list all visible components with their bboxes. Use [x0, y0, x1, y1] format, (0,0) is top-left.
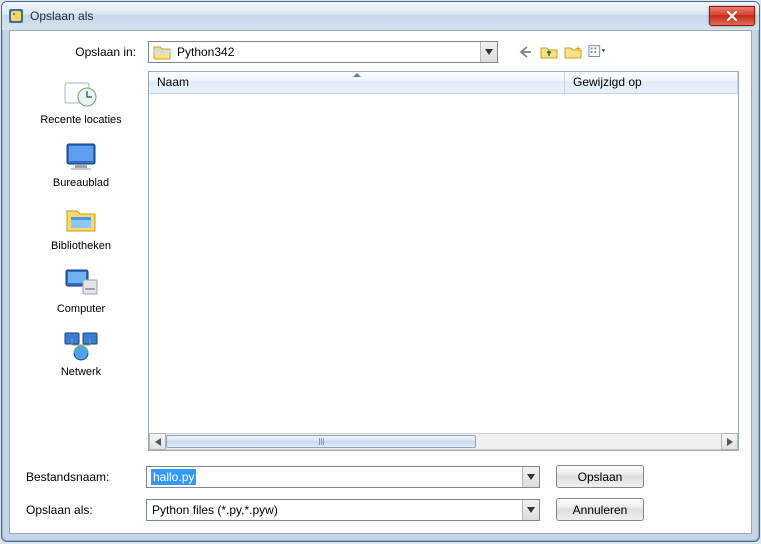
window-title: Opslaan als [30, 9, 709, 23]
location-dropdown-button[interactable] [480, 42, 497, 62]
titlebar[interactable]: Opslaan als [2, 2, 759, 30]
cancel-button-label: Annuleren [573, 503, 628, 517]
filetype-row: Opslaan als: Python files (*.py,*.pyw) A… [22, 498, 739, 521]
chevron-down-icon [527, 507, 535, 513]
filename-value: hallo.py [151, 469, 196, 485]
file-listing: Naam Gewijzigd op [148, 71, 739, 451]
place-desktop[interactable]: Bureaublad [22, 140, 140, 189]
libraries-icon [61, 203, 101, 237]
filetype-combo[interactable]: Python files (*.py,*.pyw) [146, 499, 540, 521]
chevron-down-icon [485, 49, 493, 55]
save-button-label: Opslaan [578, 470, 623, 484]
listing-header: Naam Gewijzigd op [149, 72, 738, 94]
back-button[interactable] [516, 43, 534, 61]
filetype-value: Python files (*.py,*.pyw) [152, 503, 278, 517]
nav-toolbar [516, 43, 606, 61]
view-menu-button[interactable] [588, 43, 606, 61]
filename-label: Bestandsnaam: [22, 470, 140, 484]
place-recent[interactable]: Recente locaties [22, 77, 140, 126]
place-label: Bibliotheken [51, 240, 111, 252]
place-computer[interactable]: Computer [22, 266, 140, 315]
location-value: Python342 [175, 45, 480, 59]
column-header-modified[interactable]: Gewijzigd op [565, 72, 738, 93]
location-label: Opslaan in: [22, 45, 140, 59]
scroll-right-button[interactable] [721, 433, 738, 450]
filetype-display: Python files (*.py,*.pyw) [147, 500, 522, 520]
place-label: Netwerk [61, 366, 101, 378]
filename-combo[interactable]: hallo.py [146, 466, 540, 488]
bottom-form: Bestandsnaam: hallo.py Opslaan [22, 451, 739, 521]
recent-locations-icon [61, 77, 101, 111]
save-as-dialog: Opslaan als Opslaan in: Python342 [1, 1, 760, 542]
new-folder-button[interactable] [564, 43, 582, 61]
desktop-icon [61, 140, 101, 174]
place-libraries[interactable]: Bibliotheken [22, 203, 140, 252]
filename-input[interactable]: hallo.py [147, 467, 522, 487]
client-area: Opslaan in: Python342 [9, 30, 752, 534]
filename-dropdown-button[interactable] [522, 467, 539, 487]
filetype-dropdown-button[interactable] [522, 500, 539, 520]
column-modified-label: Gewijzigd op [573, 75, 642, 89]
network-icon [61, 329, 101, 363]
location-row: Opslaan in: Python342 [22, 41, 739, 71]
place-label: Computer [57, 303, 105, 315]
cancel-button[interactable]: Annuleren [556, 498, 644, 521]
chevron-left-icon [155, 438, 161, 446]
body-row: Recente locaties Bureaublad [22, 71, 739, 451]
place-label: Bureaublad [53, 177, 109, 189]
scroll-track[interactable] [166, 433, 721, 450]
up-one-level-button[interactable] [540, 43, 558, 61]
app-icon [8, 8, 24, 24]
view-menu-icon [588, 44, 606, 60]
save-button[interactable]: Opslaan [556, 465, 644, 488]
computer-icon [61, 266, 101, 300]
close-icon [726, 11, 738, 21]
places-bar: Recente locaties Bureaublad [22, 71, 140, 451]
listing-body[interactable] [149, 94, 738, 433]
scroll-left-button[interactable] [149, 433, 166, 450]
place-label: Recente locaties [40, 114, 121, 126]
horizontal-scrollbar[interactable] [149, 433, 738, 450]
filename-row: Bestandsnaam: hallo.py Opslaan [22, 465, 739, 488]
chevron-right-icon [727, 438, 733, 446]
folder-up-icon [540, 44, 558, 60]
chevron-down-icon [527, 474, 535, 480]
scroll-thumb[interactable] [166, 435, 476, 448]
filetype-label: Opslaan als: [22, 503, 140, 517]
back-arrow-icon [517, 45, 533, 59]
close-button[interactable] [709, 6, 755, 26]
column-header-name[interactable]: Naam [149, 72, 565, 93]
place-network[interactable]: Netwerk [22, 329, 140, 378]
column-name-label: Naam [157, 75, 189, 89]
folder-icon [149, 44, 175, 60]
location-combo[interactable]: Python342 [148, 41, 498, 63]
new-folder-icon [564, 44, 582, 60]
